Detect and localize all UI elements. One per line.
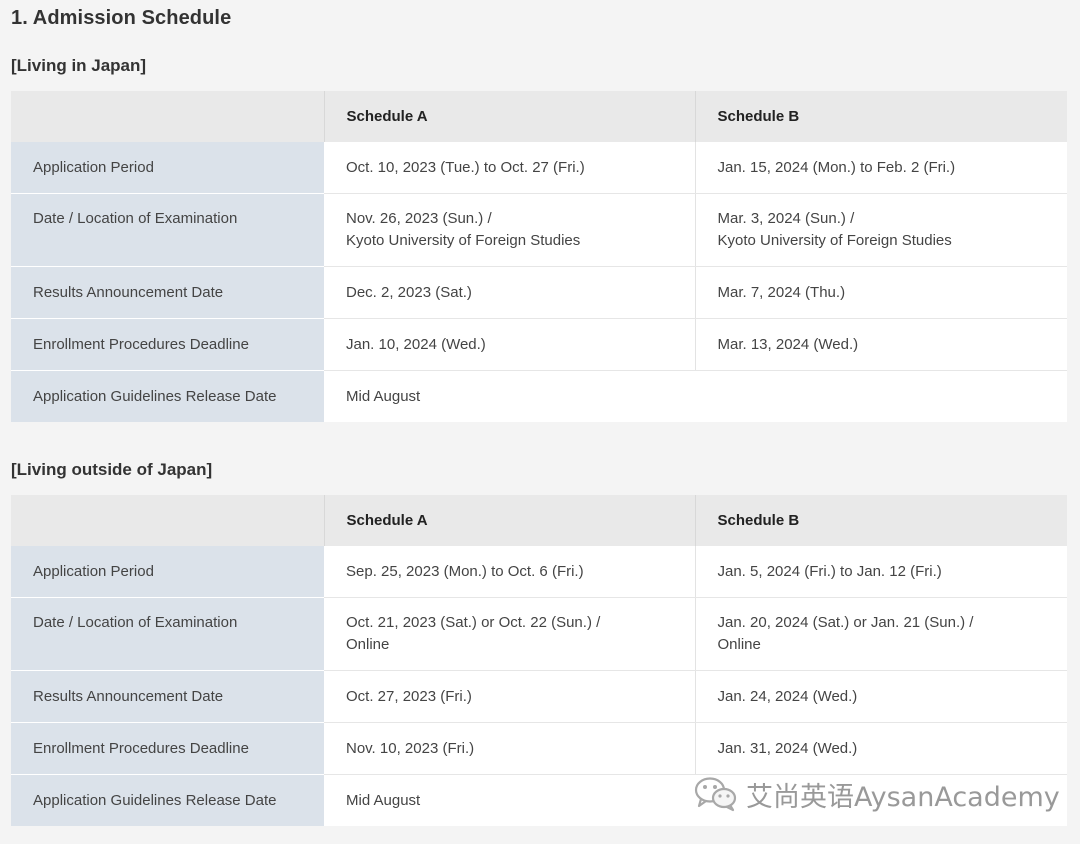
page-title: 1. Admission Schedule [11,7,232,29]
table-header-row: Schedule A Schedule B [11,495,1067,546]
cell-schedule-a: Oct. 10, 2023 (Tue.) to Oct. 27 (Fri.) [324,142,695,194]
cell-schedule-a: Jan. 10, 2024 (Wed.) [324,318,695,371]
row-label-date-location-of-examination: Date / Location of Examination [11,597,324,671]
cell-text: Mar. 13, 2024 (Wed.) [717,335,859,353]
column-header-schedule-a: Schedule A [323,91,695,142]
row-label-application-guidelines-release-date: Application Guidelines Release Date [11,370,324,422]
cell-text: Jan. 10, 2024 (Wed.) [346,335,486,353]
table-row: Results Announcement Date Oct. 27, 2023 … [11,670,1067,723]
row-label-results-announcement-date: Results Announcement Date [11,266,324,319]
cell-schedule-b: Jan. 15, 2024 (Mon.) to Feb. 2 (Fri.) [694,142,1067,194]
cell-schedule-b: Mar. 3, 2024 (Sun.) / Kyoto University o… [694,193,1067,267]
cell-text: Jan. 5, 2024 (Fri.) to Jan. 12 (Fri.) [717,562,942,580]
column-header-empty [11,495,324,546]
cell-schedule-b: Jan. 31, 2024 (Wed.) [694,722,1067,775]
cell-text: Kyoto University of Foreign Studies [717,232,952,249]
schedule-table-living-in-japan: Schedule A Schedule B Application Period… [11,91,1067,422]
cell-schedule-b: Mar. 7, 2024 (Thu.) [694,266,1067,319]
cell-text: Nov. 26, 2023 (Sun.) / [346,210,492,227]
cell-text: Kyoto University of Foreign Studies [346,232,581,249]
cell-schedule-merged: Mid August [324,370,1067,422]
watermark-text: 艾尚英语AysanAcademy [746,781,1060,813]
row-label-date-location-of-examination: Date / Location of Examination [11,193,324,267]
row-label-results-announcement-date: Results Announcement Date [11,670,324,723]
cell-text: Jan. 31, 2024 (Wed.) [717,739,858,757]
cell-schedule-b: Jan. 24, 2024 (Wed.) [694,670,1067,723]
cell-schedule-a: Oct. 21, 2023 (Sat.) or Oct. 22 (Sun.) /… [324,597,695,671]
cell-text: Jan. 24, 2024 (Wed.) [717,687,858,705]
cell-schedule-a: Sep. 25, 2023 (Mon.) to Oct. 6 (Fri.) [324,546,695,598]
cell-text: Online [717,636,761,653]
cell-text: Mar. 3, 2024 (Sun.) / [717,210,855,227]
table-row: Date / Location of Examination Oct. 21, … [11,597,1067,671]
column-header-empty [11,91,324,142]
page: 1. Admission Schedule [Living in Japan] … [0,0,1080,844]
table-row: Date / Location of Examination Nov. 26, … [11,193,1067,267]
table-row: Enrollment Procedures Deadline Nov. 10, … [11,722,1067,775]
row-label-enrollment-procedures-deadline: Enrollment Procedures Deadline [11,722,324,775]
cell-schedule-a: Dec. 2, 2023 (Sat.) [324,266,695,319]
row-label-application-guidelines-release-date: Application Guidelines Release Date [11,774,324,826]
cell-text: Jan. 15, 2024 (Mon.) to Feb. 2 (Fri.) [717,158,956,176]
table-row: Enrollment Procedures Deadline Jan. 10, … [11,318,1067,371]
cell-text: Mar. 7, 2024 (Thu.) [717,283,846,301]
section-heading-living-outside-of-japan: [Living outside of Japan] [11,460,213,479]
table-row: Application Guidelines Release Date Mid … [11,370,1067,422]
column-header-schedule-a: Schedule A [323,495,695,546]
cell-text: Online [346,636,390,653]
cell-schedule-a: Nov. 26, 2023 (Sun.) / Kyoto University … [324,193,695,267]
cell-schedule-a: Oct. 27, 2023 (Fri.) [324,670,695,723]
cell-schedule-a: Nov. 10, 2023 (Fri.) [324,722,695,775]
watermark: 艾尚英语AysanAcademy [694,774,1060,814]
cell-schedule-b: Jan. 5, 2024 (Fri.) to Jan. 12 (Fri.) [694,546,1067,598]
column-header-schedule-b: Schedule B [694,495,1067,546]
cell-text: Oct. 27, 2023 (Fri.) [346,687,472,705]
table-row: Application Period Oct. 10, 2023 (Tue.) … [11,142,1067,194]
table-row: Application Period Sep. 25, 2023 (Mon.) … [11,546,1067,598]
cell-text: Mid August [346,387,421,405]
cell-schedule-b: Mar. 13, 2024 (Wed.) [694,318,1067,371]
cell-schedule-b: Jan. 20, 2024 (Sat.) or Jan. 21 (Sun.) /… [694,597,1067,671]
wechat-icon [694,776,738,812]
cell-text: Nov. 10, 2023 (Fri.) [346,739,475,757]
cell-text: Oct. 21, 2023 (Sat.) or Oct. 22 (Sun.) / [346,614,601,631]
cell-text: Dec. 2, 2023 (Sat.) [346,283,472,301]
row-label-enrollment-procedures-deadline: Enrollment Procedures Deadline [11,318,324,371]
column-header-schedule-b: Schedule B [694,91,1067,142]
cell-text: Sep. 25, 2023 (Mon.) to Oct. 6 (Fri.) [346,562,584,580]
table-row: Results Announcement Date Dec. 2, 2023 (… [11,266,1067,319]
table-header-row: Schedule A Schedule B [11,91,1067,142]
row-label-application-period: Application Period [11,546,324,598]
cell-text: Jan. 20, 2024 (Sat.) or Jan. 21 (Sun.) / [717,614,974,631]
cell-text: Oct. 10, 2023 (Tue.) to Oct. 27 (Fri.) [346,158,585,176]
row-label-application-period: Application Period [11,142,324,194]
section-heading-living-in-japan: [Living in Japan] [11,56,147,75]
